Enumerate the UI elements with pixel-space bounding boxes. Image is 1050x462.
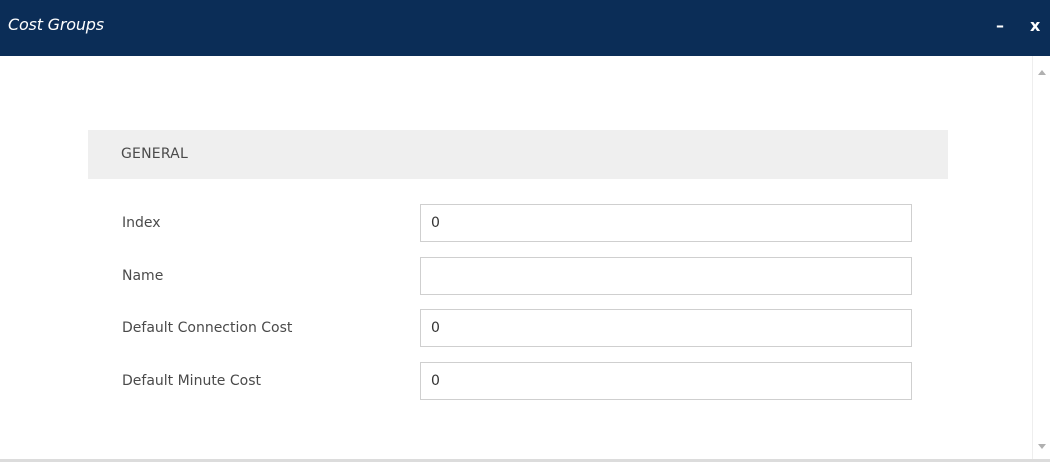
default-minute-cost-label: Default Minute Cost — [122, 373, 261, 389]
name-label: Name — [122, 268, 164, 284]
chevron-down-icon[interactable] — [1038, 444, 1046, 449]
minimize-button[interactable]: – — [996, 16, 1004, 36]
default-minute-cost-field[interactable] — [420, 362, 912, 400]
chevron-up-icon[interactable] — [1038, 70, 1046, 75]
index-label: Index — [122, 215, 161, 231]
default-connection-cost-label: Default Connection Cost — [122, 320, 293, 336]
dialog-title: Cost Groups — [8, 15, 104, 34]
section-title: GENERAL — [121, 146, 188, 162]
section-header-general: GENERAL — [88, 130, 948, 179]
default-connection-cost-field[interactable] — [420, 309, 912, 347]
vertical-scrollbar[interactable] — [1032, 56, 1050, 459]
dialog-titlebar: Cost Groups – x — [0, 0, 1050, 56]
index-field[interactable] — [420, 204, 912, 242]
cost-groups-dialog: Cost Groups – x GENERAL Index Name Defau… — [0, 0, 1050, 462]
close-button[interactable]: x — [1030, 16, 1040, 36]
name-field[interactable] — [420, 257, 912, 295]
